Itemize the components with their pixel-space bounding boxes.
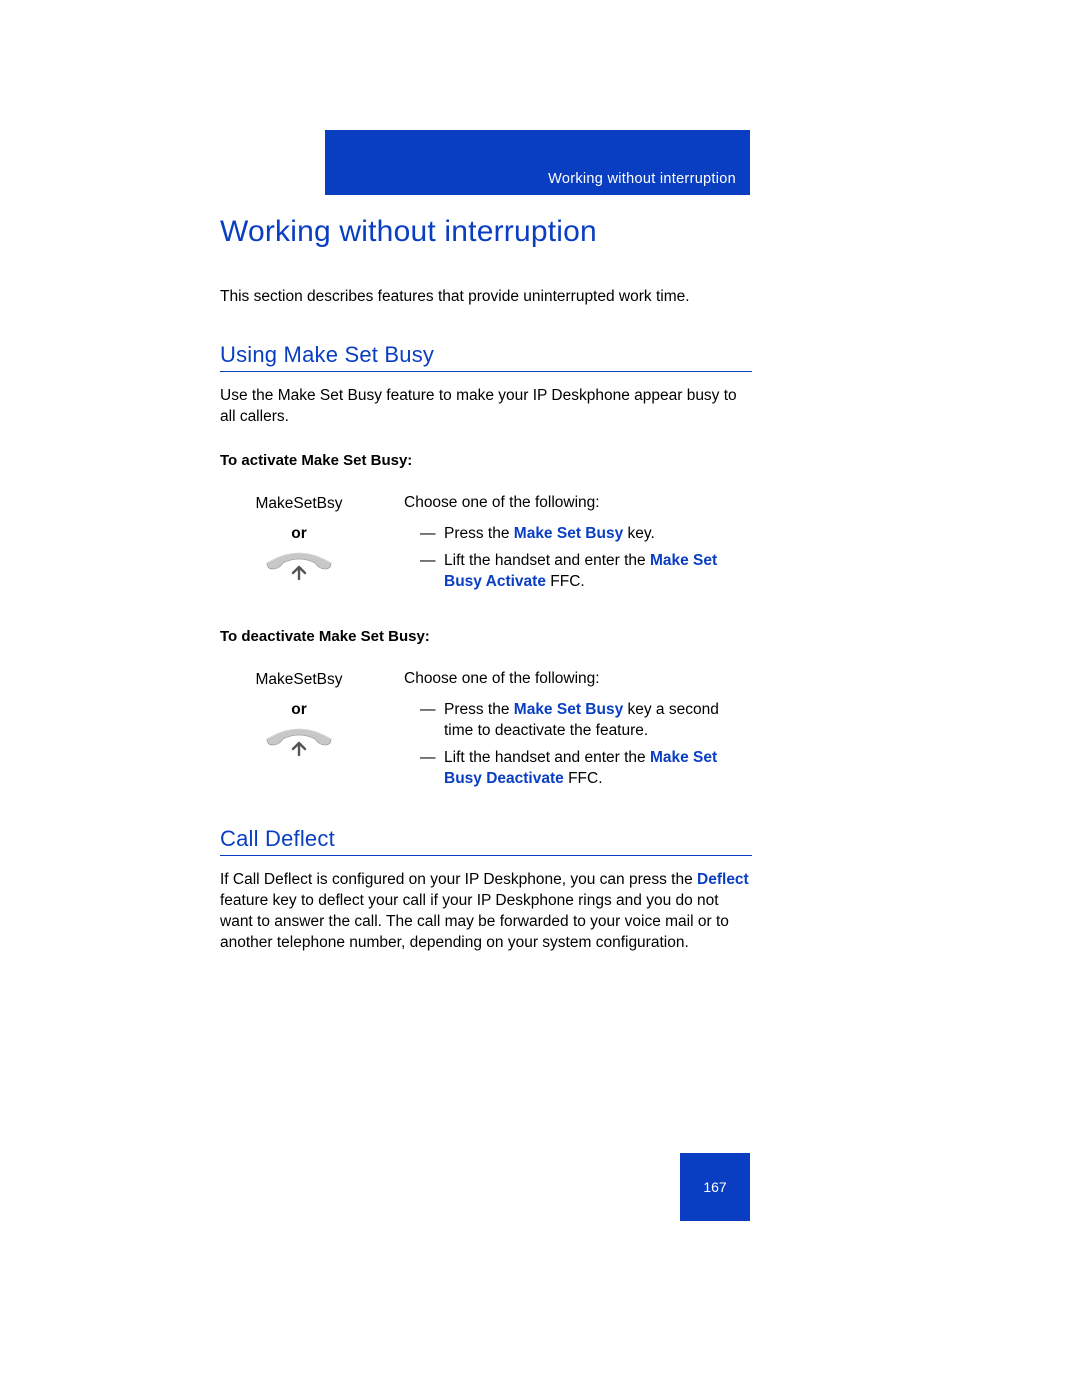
keyword: Make Set Busy: [514, 525, 623, 542]
or-label: or: [220, 701, 378, 719]
bullet-item: — Lift the handset and enter the Make Se…: [404, 748, 752, 790]
lift-handset-icon: [263, 725, 335, 753]
page-number: 167: [703, 1179, 726, 1195]
procedure-left-deactivate: MakeSetBsy or: [220, 669, 378, 796]
procedure-right-activate: Choose one of the following: — Press the…: [404, 493, 752, 599]
choose-lead: Choose one of the following:: [404, 669, 752, 690]
section-heading-make-set-busy: Using Make Set Busy: [220, 342, 752, 372]
intro-paragraph: This section describes features that pro…: [220, 287, 752, 308]
softkey-label: MakeSetBsy: [220, 495, 378, 513]
procedure-right-deactivate: Choose one of the following: — Press the…: [404, 669, 752, 796]
choose-lead: Choose one of the following:: [404, 493, 752, 514]
procedure-left-activate: MakeSetBsy or: [220, 493, 378, 599]
bullet-item: — Press the Make Set Busy key a second t…: [404, 700, 752, 742]
bullet-item: — Press the Make Set Busy key.: [404, 524, 752, 545]
make-set-busy-intro: Use the Make Set Busy feature to make yo…: [220, 386, 752, 428]
lift-handset-icon: [263, 549, 335, 577]
procedure-deactivate: MakeSetBsy or Choose one of the followin…: [220, 669, 752, 796]
bullet-text: Lift the handset and enter the Make Set …: [444, 551, 752, 593]
procedure-title-activate: To activate Make Set Busy:: [220, 452, 752, 469]
bullet-text: Press the Make Set Busy key.: [444, 524, 752, 545]
page-content: Working without interruption This sectio…: [220, 215, 752, 978]
bullet-text: Press the Make Set Busy key a second tim…: [444, 700, 752, 742]
procedure-activate: MakeSetBsy or Choose one of the followin…: [220, 493, 752, 599]
page-title: Working without interruption: [220, 215, 752, 249]
bullet-item: — Lift the handset and enter the Make Se…: [404, 551, 752, 593]
or-label: or: [220, 525, 378, 543]
softkey-label: MakeSetBsy: [220, 671, 378, 689]
running-title: Working without interruption: [548, 171, 736, 187]
keyword: Make Set Busy: [514, 701, 623, 718]
page-number-box: 167: [680, 1153, 750, 1221]
keyword: Deflect: [697, 871, 749, 888]
dash-icon: —: [420, 551, 444, 593]
dash-icon: —: [420, 524, 444, 545]
document-page: Working without interruption Working wit…: [0, 0, 1080, 1397]
dash-icon: —: [420, 748, 444, 790]
section-heading-call-deflect: Call Deflect: [220, 826, 752, 856]
call-deflect-paragraph: If Call Deflect is configured on your IP…: [220, 870, 752, 954]
dash-icon: —: [420, 700, 444, 742]
bullet-text: Lift the handset and enter the Make Set …: [444, 748, 752, 790]
header-bar: Working without interruption: [325, 130, 750, 195]
procedure-title-deactivate: To deactivate Make Set Busy:: [220, 628, 752, 645]
